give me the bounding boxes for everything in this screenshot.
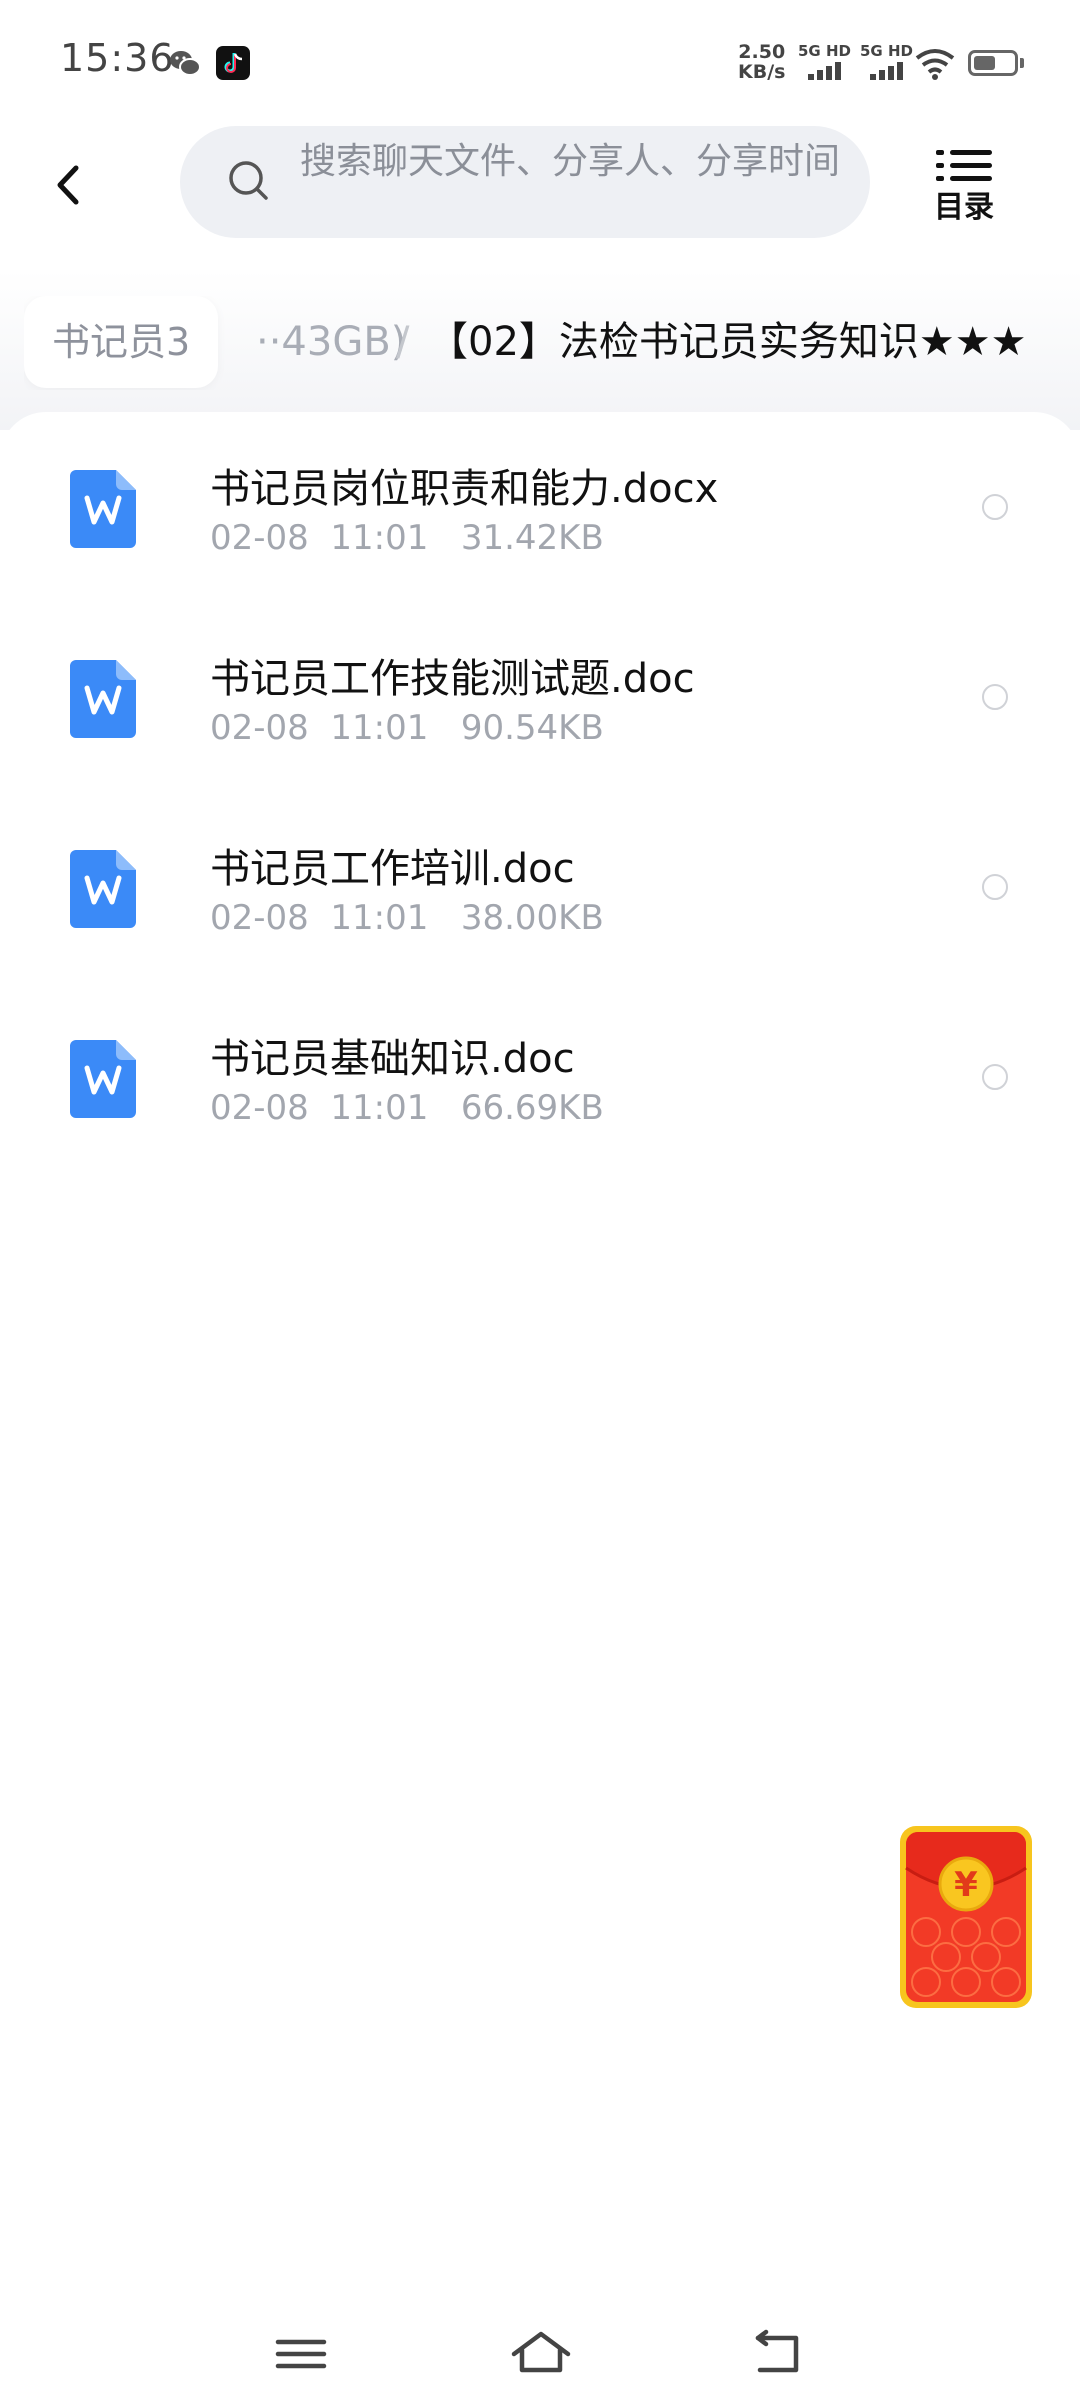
word-doc-icon <box>70 850 136 928</box>
file-row[interactable]: 书记员基础知识.doc 02-08 11:01 66.69KB <box>0 982 1080 1172</box>
file-list: 书记员岗位职责和能力.docx 02-08 11:01 31.42KB 书记员工… <box>0 412 1080 2408</box>
navigation-bar <box>0 2300 1080 2408</box>
file-row[interactable]: 书记员工作培训.doc 02-08 11:01 38.00KB <box>0 792 1080 982</box>
wechat-icon <box>168 46 202 80</box>
signal-2-label: 5G HD <box>860 42 913 60</box>
file-name: 书记员基础知识.doc <box>210 1036 575 1082</box>
file-meta: 02-08 11:01 31.42KB <box>210 518 604 558</box>
select-checkbox[interactable] <box>982 494 1008 520</box>
file-row[interactable]: 书记员工作技能测试题.doc 02-08 11:01 90.54KB <box>0 602 1080 792</box>
signal-icon: 5G HD <box>798 42 854 82</box>
toc-button[interactable]: 目录 <box>928 150 998 225</box>
nav-menu-button[interactable] <box>268 2324 334 2384</box>
nav-home-button[interactable] <box>508 2324 574 2384</box>
file-time: 11:01 <box>330 898 429 938</box>
file-date: 02-08 <box>210 518 309 558</box>
back-icon <box>755 2329 799 2373</box>
back-button[interactable] <box>40 150 100 220</box>
breadcrumb-middle[interactable]: ··43GB) <box>256 296 406 388</box>
menu-icon <box>275 2339 327 2369</box>
word-doc-icon <box>70 660 136 738</box>
status-time: 15:36 <box>60 36 175 80</box>
search-placeholder: 搜索聊天文件、分享人、分享时间 <box>300 141 841 182</box>
breadcrumb-current[interactable]: 【02】法检书记员实务知识★★★ <box>428 296 1026 388</box>
select-checkbox[interactable] <box>982 874 1008 900</box>
file-meta: 02-08 11:01 38.00KB <box>210 898 604 938</box>
file-date: 02-08 <box>210 898 309 938</box>
network-speed-unit: KB/s <box>738 61 786 83</box>
select-checkbox[interactable] <box>982 684 1008 710</box>
file-meta: 02-08 11:01 90.54KB <box>210 708 604 748</box>
network-speed: 2.50 KB/s <box>738 42 785 82</box>
file-time: 11:01 <box>330 708 429 748</box>
breadcrumb: 书记员3 ··43GB) / 【02】法检书记员实务知识★★★ <box>24 296 1080 390</box>
toc-label: 目录 <box>934 190 994 225</box>
tiktok-icon <box>216 46 250 80</box>
file-size: 38.00KB <box>460 898 604 938</box>
file-row[interactable]: 书记员岗位职责和能力.docx 02-08 11:01 31.42KB <box>0 412 1080 602</box>
word-doc-icon <box>70 470 136 548</box>
breadcrumb-root[interactable]: 书记员3 <box>24 296 219 388</box>
word-doc-icon <box>70 1040 136 1118</box>
network-speed-value: 2.50 <box>738 41 786 63</box>
search-input[interactable]: 搜索聊天文件、分享人、分享时间 <box>180 126 870 238</box>
breadcrumb-separator: / <box>396 319 410 365</box>
status-bar: 15:36 2.50 KB/s 5G HD 5G HD <box>0 0 1080 120</box>
battery-level <box>974 56 995 70</box>
file-time: 11:01 <box>330 518 429 558</box>
file-name: 书记员工作培训.doc <box>210 846 575 892</box>
signal-1-label: 5G HD <box>798 42 851 60</box>
file-meta: 02-08 11:01 66.69KB <box>210 1088 604 1128</box>
file-date: 02-08 <box>210 1088 309 1128</box>
select-checkbox[interactable] <box>982 1064 1008 1090</box>
home-icon <box>511 2331 571 2373</box>
red-packet-icon: ¥ <box>900 1826 1032 2008</box>
file-name: 书记员岗位职责和能力.docx <box>210 466 719 512</box>
chevron-left-icon <box>57 165 79 205</box>
file-name: 书记员工作技能测试题.doc <box>210 656 695 702</box>
red-packet-button[interactable]: ¥ <box>896 1822 1036 2012</box>
file-size: 90.54KB <box>460 708 604 748</box>
file-size: 31.42KB <box>460 518 604 558</box>
nav-back-button[interactable] <box>746 2324 812 2384</box>
battery-tip <box>1020 58 1024 68</box>
file-size: 66.69KB <box>460 1088 604 1128</box>
file-time: 11:01 <box>330 1088 429 1128</box>
wifi-icon <box>914 46 956 82</box>
signal-icon: 5G HD <box>860 42 916 82</box>
red-packet-symbol: ¥ <box>954 1865 978 1905</box>
file-date: 02-08 <box>210 708 309 748</box>
battery-icon <box>968 50 1018 76</box>
search-icon <box>229 161 268 200</box>
list-icon <box>936 150 992 181</box>
